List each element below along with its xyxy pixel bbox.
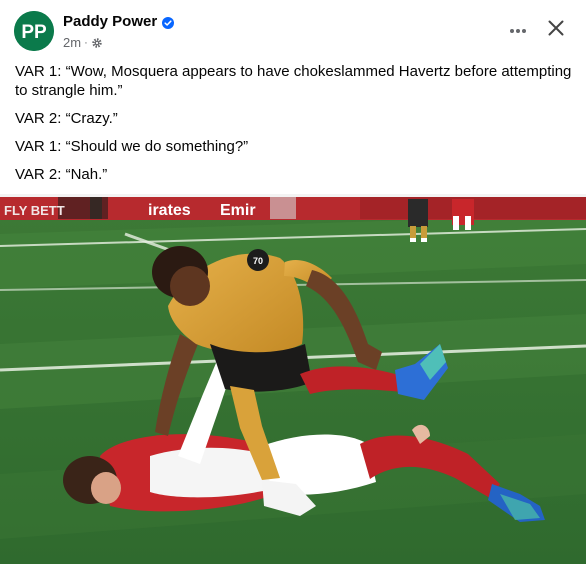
post-message: VAR 1: “Wow, Mosquera appears to have ch… xyxy=(15,62,575,193)
more-options-button[interactable] xyxy=(500,15,536,45)
shirt-number: 70 xyxy=(253,256,263,266)
post-line: VAR 1: “Wow, Mosquera appears to have ch… xyxy=(15,63,572,99)
post-header: PP Paddy Power 2m · xyxy=(0,0,586,60)
ad-board-text: Emir xyxy=(220,202,256,219)
post-timestamp[interactable]: 2m xyxy=(63,35,81,50)
ad-board-text: FLY BETT xyxy=(4,203,65,218)
facebook-post: PP Paddy Power 2m · VAR 1: “Wow, Mosquer… xyxy=(0,0,586,564)
avatar-logo: PP xyxy=(21,22,47,43)
page-name[interactable]: Paddy Power xyxy=(63,13,157,30)
post-line: VAR 2: “Crazy.” xyxy=(15,110,118,127)
gear-icon[interactable] xyxy=(91,37,103,49)
post-line: VAR 1: “Should we do something?” xyxy=(15,138,249,155)
page-avatar[interactable]: PP xyxy=(14,11,54,51)
post-meta: 2m · xyxy=(63,35,103,50)
page-name-link[interactable]: Paddy Power xyxy=(63,13,175,30)
ad-board-text: irates xyxy=(148,202,191,219)
more-icon xyxy=(509,21,527,39)
post-line: VAR 2: “Nah.” xyxy=(15,166,108,183)
close-button[interactable] xyxy=(538,12,574,48)
verified-badge-icon xyxy=(162,16,175,29)
close-icon xyxy=(548,20,564,41)
meta-separator: · xyxy=(84,36,88,49)
post-image[interactable]: FLY BETT irates Emir 70 xyxy=(0,194,586,564)
